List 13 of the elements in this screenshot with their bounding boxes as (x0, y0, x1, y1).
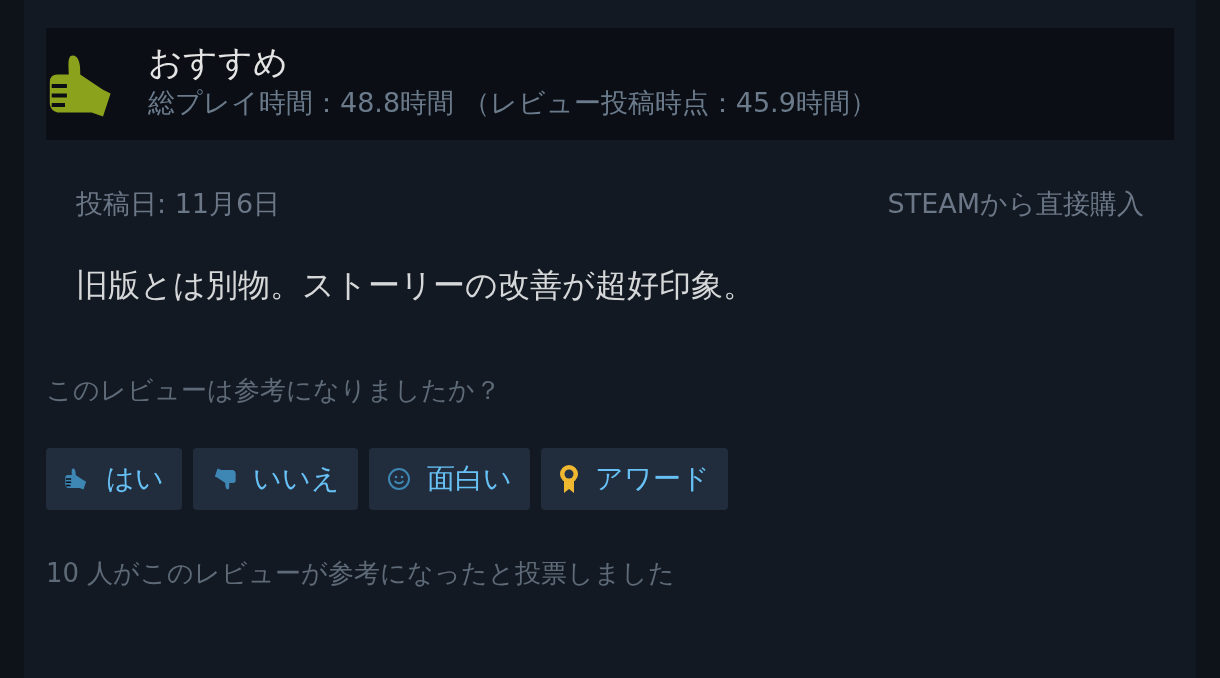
helpful-prompt: このレビューは参考になりましたか？ (46, 373, 502, 407)
vote-button[interactable]: アワード (541, 447, 728, 510)
vote-button[interactable]: 面白い (369, 447, 530, 510)
posted-date: 投稿日: 11月6日 (76, 187, 281, 221)
review-text: 旧版とは別物。ストーリーの改善が超好印象。 (75, 264, 756, 306)
award-ribbon-icon (559, 463, 579, 494)
recommendation-title: おすすめ (148, 41, 289, 84)
smiley-icon (387, 466, 411, 491)
playtime-text: 総プレイ時間：48.8時間 （レビュー投稿時点：45.9時間） (148, 86, 877, 120)
vote-count: 10 人がこのレビューが参考になったと投票しました (46, 556, 677, 590)
vote-button[interactable]: いいえ (193, 447, 358, 510)
vote-button[interactable]: はい (46, 447, 182, 510)
purchase-source: STEAMから直接購入 (887, 187, 1144, 221)
